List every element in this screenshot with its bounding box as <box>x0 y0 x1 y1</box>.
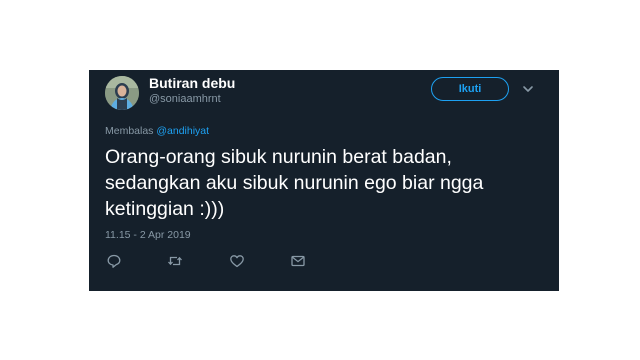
tweet-text-line: ketinggian :))) <box>105 198 225 220</box>
avatar[interactable] <box>105 76 139 110</box>
tweet-card: Butiran debu @soniaamhrnt Ikuti Membalas… <box>89 70 559 291</box>
reply-prefix: Membalas <box>105 125 154 137</box>
tweet-text-line: sedangkan aku sibuk nurunin ego biar ngg… <box>105 172 484 194</box>
reply-icon[interactable] <box>106 253 122 269</box>
retweet-icon[interactable] <box>167 253 183 269</box>
message-icon[interactable] <box>290 253 306 269</box>
display-name[interactable]: Butiran debu <box>149 75 235 91</box>
like-icon[interactable] <box>229 253 245 269</box>
tweet-text-line: Orang-orang sibuk nurunin berat badan, <box>105 146 452 168</box>
tweet-text: Orang-orang sibuk nurunin berat badan, s… <box>105 144 545 222</box>
user-handle[interactable]: @soniaamhrnt <box>149 93 221 105</box>
reply-to-handle-link[interactable]: @andihiyat <box>156 125 209 137</box>
tweet-timestamp[interactable]: 11.15 - 2 Apr 2019 <box>105 229 191 241</box>
avatar-image <box>105 76 139 110</box>
follow-button[interactable]: Ikuti <box>431 77 509 101</box>
tweet-actions <box>89 253 559 269</box>
chevron-down-icon[interactable] <box>521 82 535 96</box>
reply-context: Membalas @andihiyat <box>105 125 209 137</box>
